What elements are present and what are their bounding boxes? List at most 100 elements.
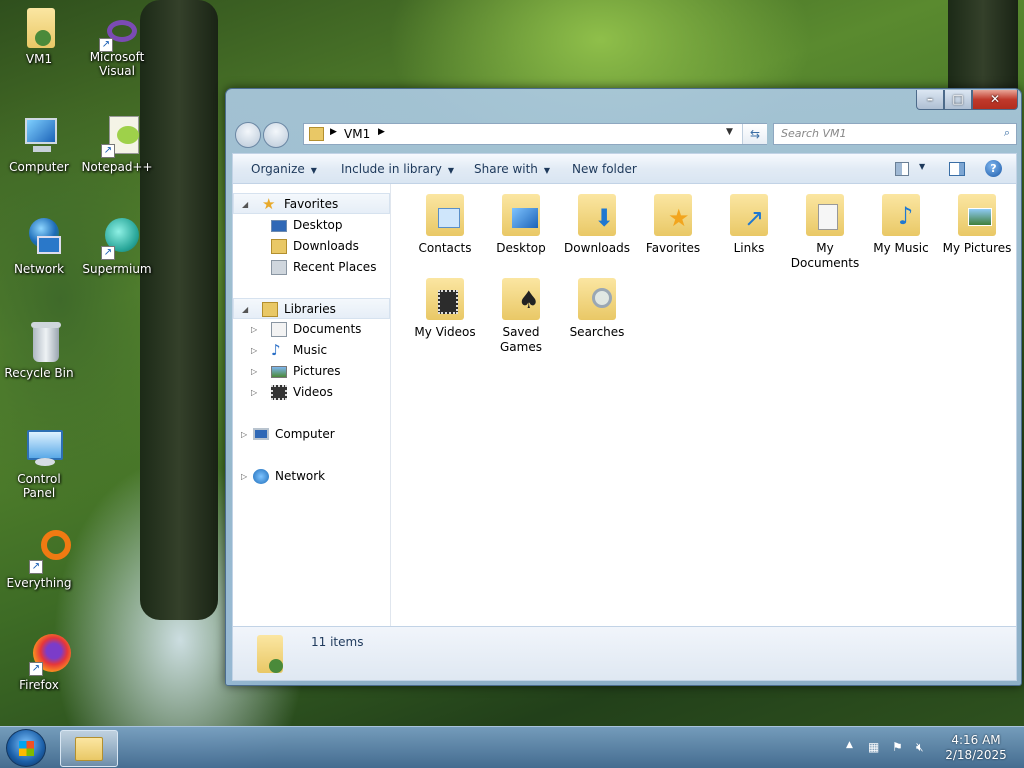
collapsed-arrow-icon[interactable]: ▷ [241, 424, 247, 445]
desktop-icon-supermium[interactable]: ↗ Supermium [78, 216, 156, 276]
nav-favorites[interactable]: ◢ ★ Favorites [233, 193, 390, 214]
start-button[interactable] [6, 729, 46, 767]
nav-pictures[interactable]: ▷ Pictures [243, 361, 400, 382]
folder-item-label: Favorites [645, 241, 701, 255]
address-bar[interactable]: ▶ VM1 ▶ ▼ [303, 123, 767, 145]
forward-button[interactable] [263, 122, 289, 148]
desktop-icon-firefox[interactable]: ↗ Firefox [0, 632, 78, 692]
recent-places-icon [271, 260, 287, 275]
desktop-icon-recycle-bin[interactable]: Recycle Bin [0, 320, 78, 380]
folder-item-searches[interactable]: Searches [559, 276, 635, 340]
nav-documents[interactable]: ▷ Documents [243, 319, 400, 340]
nav-desktop[interactable]: Desktop [243, 215, 400, 236]
organize-button[interactable]: Organize ▼ [251, 162, 317, 176]
user-folder-icon [17, 6, 61, 50]
details-pane: 11 items [232, 626, 1017, 681]
minimize-button[interactable]: – [916, 90, 944, 110]
folder-item-desktop[interactable]: Desktop [483, 192, 559, 256]
collapsed-arrow-icon[interactable]: ▷ [251, 340, 257, 361]
folder-item-my-videos[interactable]: My Videos [407, 276, 483, 340]
clock[interactable]: 4:16 AM 2/18/2025 [940, 733, 1012, 763]
my-documents-folder-icon [804, 192, 846, 238]
folder-item-saved-games[interactable]: ♠ Saved Games [483, 276, 559, 355]
search-placeholder: Search VM1 [781, 127, 847, 140]
expanded-arrow-icon[interactable]: ◢ [242, 299, 248, 320]
refresh-button[interactable]: ⇆ [742, 124, 767, 144]
action-center-flag-icon[interactable]: ⚑ [892, 740, 903, 754]
view-options-icon[interactable] [895, 162, 909, 176]
nav-videos[interactable]: ▷ Videos [243, 382, 400, 403]
show-hidden-icons-button[interactable]: ▲ [846, 740, 853, 750]
desktop-icon-notepad-plus-plus[interactable]: ↗ Notepad++ [78, 114, 156, 174]
music-note-icon: ♪ [271, 341, 281, 359]
downloads-folder-icon [271, 239, 287, 254]
desktop-icon-visual-studio[interactable]: ↗ Microsoft Visual Stud... [78, 18, 156, 78]
pictures-icon [271, 366, 287, 378]
nav-recent-places-label: Recent Places [293, 260, 377, 274]
desktop-icon [271, 220, 287, 232]
network-tray-icon[interactable]: ▦ [868, 740, 879, 754]
folder-item-contacts[interactable]: Contacts [407, 192, 483, 256]
taskbar-explorer-button[interactable] [60, 730, 118, 767]
nav-network[interactable]: ▷ Network [233, 466, 390, 487]
collapsed-arrow-icon[interactable]: ▷ [241, 466, 247, 487]
new-folder-button[interactable]: New folder [572, 162, 637, 176]
desktop-icon-label: Microsoft Visual Stud... [89, 50, 145, 78]
collapsed-arrow-icon[interactable]: ▷ [251, 319, 257, 340]
folder-item-links[interactable]: ↗ Links [711, 192, 787, 256]
breadcrumb-vm1[interactable]: VM1 [344, 127, 370, 141]
nav-libraries[interactable]: ◢ Libraries [233, 298, 390, 319]
collapsed-arrow-icon[interactable]: ▷ [251, 361, 257, 382]
nav-recent-places[interactable]: Recent Places [243, 257, 400, 278]
folder-item-label: My Pictures [942, 241, 1012, 255]
folder-item-my-documents[interactable]: My Documents [787, 192, 863, 271]
include-in-library-button[interactable]: Include in library ▼ [341, 162, 454, 176]
search-icon: ⌕ [1003, 126, 1010, 139]
saved-games-folder-icon: ♠ [500, 276, 542, 322]
folder-item-label: My Music [873, 241, 929, 255]
links-folder-icon: ↗ [728, 192, 770, 238]
folder-item-downloads[interactable]: ⬇ Downloads [559, 192, 635, 256]
desktop-icon-network[interactable]: Network [0, 216, 78, 276]
computer-icon [253, 428, 269, 440]
folder-item-my-pictures[interactable]: My Pictures [939, 192, 1015, 256]
desktop-icon-everything[interactable]: ↗ Everything [0, 530, 78, 590]
desktop-icon-computer[interactable]: Computer [0, 114, 78, 174]
nav-network-label: Network [275, 469, 326, 483]
volume-muted-icon[interactable]: 🔇︎ [916, 740, 924, 755]
nav-music[interactable]: ▷ ♪ Music [243, 340, 400, 361]
close-button[interactable]: ✕ [972, 90, 1018, 110]
folder-item-favorites[interactable]: ★ Favorites [635, 192, 711, 256]
my-videos-folder-icon [424, 276, 466, 322]
shortcut-arrow-icon: ↗ [29, 662, 43, 676]
explorer-window: – □ ✕ ▶ VM1 ▶ ▼ ⇆ Search VM1 ⌕ Organize ▼… [225, 88, 1022, 686]
taskbar: ▲ ▦ ⚑ 🔇︎ 4:16 AM 2/18/2025 [0, 726, 1024, 768]
nav-computer[interactable]: ▷ Computer [233, 424, 390, 445]
expanded-arrow-icon[interactable]: ◢ [242, 194, 248, 215]
shortcut-arrow-icon: ↗ [99, 38, 113, 52]
nav-computer-label: Computer [275, 427, 335, 441]
close-icon: ✕ [989, 92, 1001, 106]
back-button[interactable] [235, 122, 261, 148]
libraries-icon [262, 302, 278, 317]
desktop-icon-vm1[interactable]: VM1 [0, 6, 78, 66]
nav-libraries-label: Libraries [284, 302, 336, 316]
collapsed-arrow-icon[interactable]: ▷ [251, 382, 257, 403]
folder-item-my-music[interactable]: ♪ My Music [863, 192, 939, 256]
nav-downloads[interactable]: Downloads [243, 236, 400, 257]
breadcrumb-chevron-icon[interactable]: ▶ [378, 127, 385, 137]
view-dropdown-icon[interactable]: ▼ [919, 162, 925, 171]
star-icon: ★ [262, 195, 276, 213]
downloads-folder-icon: ⬇ [576, 192, 618, 238]
share-with-button[interactable]: Share with ▼ [474, 162, 550, 176]
desktop-icon-control-panel[interactable]: Control Panel [0, 426, 78, 500]
notepad-plus-plus-icon: ↗ [95, 114, 139, 158]
maximize-button[interactable]: □ [944, 90, 972, 110]
search-input[interactable]: Search VM1 ⌕ [773, 123, 1017, 145]
control-panel-icon [17, 426, 63, 470]
preview-pane-icon[interactable] [949, 162, 965, 176]
nav-pictures-label: Pictures [293, 364, 341, 378]
address-dropdown-icon[interactable]: ▼ [726, 127, 733, 137]
desktop-icon-label: Supermium [82, 262, 152, 276]
help-icon[interactable]: ? [985, 160, 1002, 177]
